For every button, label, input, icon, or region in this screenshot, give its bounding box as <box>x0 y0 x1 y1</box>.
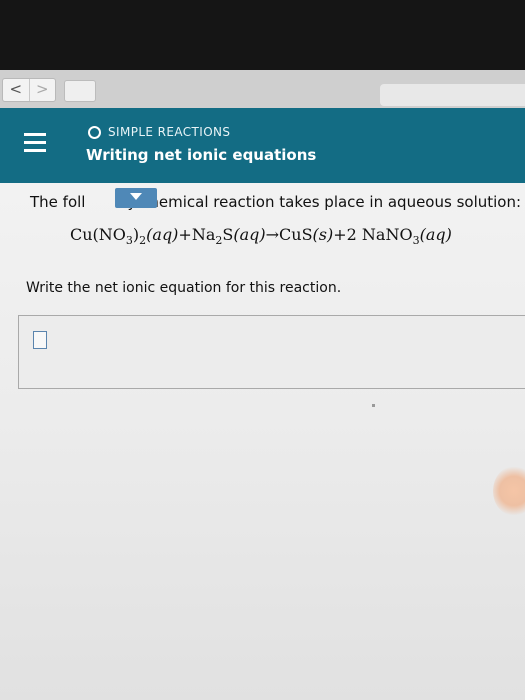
sidebar-toggle-button[interactable] <box>64 80 96 102</box>
screen-mark <box>372 404 375 407</box>
topic-row: SIMPLE REACTIONS <box>88 125 230 139</box>
equation-plus: + <box>178 225 192 244</box>
intro-suffix: y chemical reaction takes place in aqueo… <box>127 193 522 211</box>
back-button[interactable]: < <box>3 79 29 101</box>
equation-cus: CuS <box>279 225 313 244</box>
equation-state: (aq) <box>419 225 452 244</box>
question-intro: The foll y chemical reaction takes place … <box>30 188 522 211</box>
equation-plus: + <box>333 225 347 244</box>
topic-label: SIMPLE REACTIONS <box>108 125 231 139</box>
progress-circle-icon <box>88 125 101 139</box>
equation-state: (s) <box>312 225 334 244</box>
equation-state: (aq) <box>233 225 266 244</box>
question-panel: The foll y chemical reaction takes place … <box>0 183 525 700</box>
assignment-header: SIMPLE REACTIONS Writing net ionic equat… <box>0 108 525 183</box>
equation-state: (aq) <box>146 225 179 244</box>
equation-sub: 3 <box>125 234 133 248</box>
screen-glare <box>493 466 525 516</box>
equation-s: S <box>222 225 234 244</box>
chemical-equation: Cu(NO3)2(aq)+Na2S(aq)→CuS(s)+2 NaNO3(aq) <box>70 225 452 247</box>
reaction-arrow: → <box>265 225 280 244</box>
collapse-toggle-button[interactable] <box>115 188 157 208</box>
equation-coefficient: 2 <box>346 225 357 244</box>
page-title: Writing net ionic equations <box>86 146 317 164</box>
answer-cursor-box[interactable] <box>33 331 47 349</box>
equation-na: Na <box>191 225 216 244</box>
equation-no-group: (NO <box>92 225 126 244</box>
forward-button[interactable]: > <box>28 79 56 101</box>
equation-sub: 3 <box>412 234 420 248</box>
answer-input[interactable] <box>18 315 525 389</box>
menu-icon[interactable] <box>24 133 46 157</box>
browser-nav-buttons: < > <box>2 78 56 102</box>
equation-cu: Cu <box>70 225 93 244</box>
address-bar[interactable] <box>380 84 525 106</box>
intro-prefix: The foll <box>30 193 86 211</box>
question-prompt: Write the net ionic equation for this re… <box>26 280 342 296</box>
equation-nano: NaNO <box>361 225 413 244</box>
monitor-bezel <box>0 0 525 70</box>
